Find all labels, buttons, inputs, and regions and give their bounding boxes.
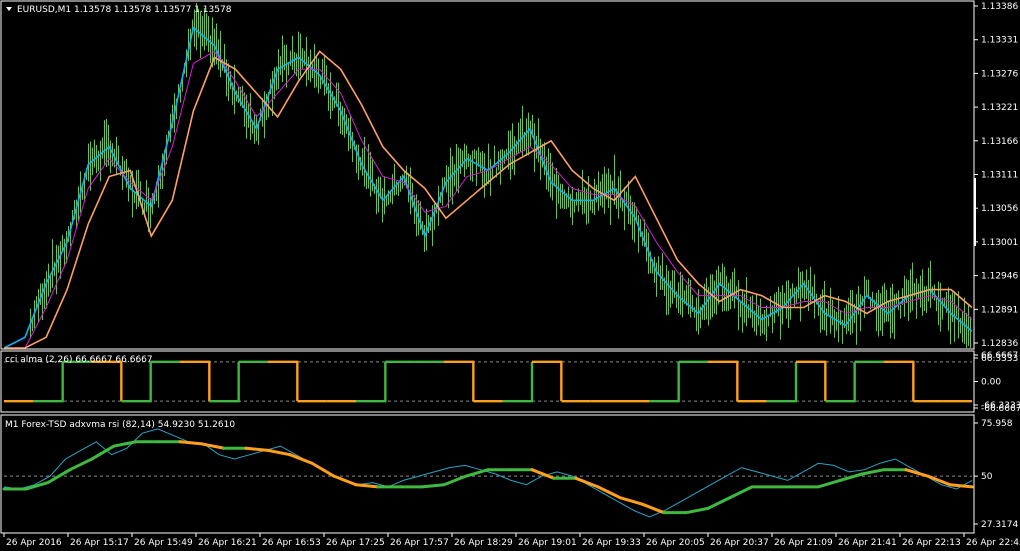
x-tick-label: 26 Apr 20:37	[710, 538, 769, 548]
x-tick-label: 26 Apr 17:25	[326, 538, 385, 548]
slow-line	[4, 50, 973, 349]
mid-line	[4, 50, 973, 349]
x-tick-label: 26 Apr 18:29	[454, 538, 513, 548]
rsi-smooth-segment	[266, 448, 292, 457]
x-tick-label: 26 Apr 16:21	[198, 538, 257, 548]
rsi-smooth-segment	[838, 472, 864, 482]
y-axis-ticks: 1.13386 1.13331 1.13276 1.13221 1.13166 1.131…	[974, 2, 1020, 530]
rsi-smooth-segment	[178, 440, 204, 446]
x-tick-label: 26 Apr 15:49	[134, 538, 193, 548]
rsi-smooth-segment	[68, 457, 94, 472]
y-tick-label: 1.12946	[981, 272, 1018, 282]
y-tick-label: 75.958	[981, 419, 1013, 429]
main-indicator-lines	[3, 26, 973, 349]
rsi-smooth-segment	[288, 453, 314, 465]
x-tick-label: 26 Apr 20:05	[646, 538, 705, 548]
y-tick-label: 1.13276	[981, 69, 1018, 79]
cci-indicator	[4, 360, 972, 403]
y-tick-label: 1.13001	[981, 238, 1018, 248]
cci-segment	[121, 361, 152, 403]
main-panel-title: EURUSD,M1 1.13578 1.13578 1.13577 1.1357…	[17, 5, 232, 15]
y-tick-label: 50	[981, 472, 993, 482]
rsi-smooth-segment	[442, 474, 468, 487]
rsi-smooth-segment	[640, 502, 666, 515]
cci-segment	[268, 360, 299, 402]
x-tick-label: 26 Apr 19:01	[518, 538, 577, 548]
cci-segment	[444, 360, 475, 402]
y-tick-label: 1.12891	[981, 305, 1018, 315]
rsi-panel-title: M1 Forex-TSD adxvma rsi (82,14) 54.9230 …	[5, 420, 235, 430]
y-tick-label: 1.13331	[981, 36, 1018, 46]
cci-segment	[649, 361, 680, 403]
cci-segment	[708, 360, 739, 402]
x-tick-label: 26 Apr 15:17	[70, 538, 129, 548]
cci-segment	[766, 361, 798, 403]
cci-segment	[209, 361, 240, 403]
cci-segment	[356, 361, 387, 403]
cci-segment	[796, 360, 827, 402]
rsi-smooth-segment	[618, 496, 644, 506]
chart-svg: 1.13386 1.13331 1.13276 1.13221 1.13166 1.131…	[0, 0, 1020, 548]
y-tick-label: -66.6667	[981, 404, 1020, 414]
cci-segment	[884, 360, 915, 402]
rsi-smooth-segment	[860, 468, 886, 476]
cci-segment	[33, 361, 64, 403]
rsi-smooth-segment	[332, 474, 358, 487]
triangle-down-icon[interactable]	[6, 7, 12, 11]
y-tick-label: 1.13221	[981, 103, 1018, 113]
rsi-smooth-segment	[200, 442, 226, 450]
x-tick-label: 26 Apr 17:57	[390, 538, 449, 548]
x-tick-label: 26 Apr 19:33	[582, 538, 641, 548]
rsi-smooth-segment	[574, 476, 600, 489]
rsi-smooth-segment	[816, 478, 842, 489]
rsi-smooth-segment	[684, 506, 710, 515]
rsi-panel-frame	[0, 414, 975, 534]
y-tick-label: 1.13056	[981, 204, 1018, 214]
rsi-smooth-segment	[354, 483, 380, 489]
cci-segment	[532, 360, 563, 402]
fast-line	[3, 26, 973, 349]
y-tick-label: 1.13386	[981, 2, 1018, 12]
rsi-smooth-segment	[420, 483, 446, 489]
rsi-smooth-segment	[728, 485, 754, 500]
y-tick-label: 27.3174	[981, 520, 1018, 530]
cci-segment	[502, 361, 534, 403]
x-tick-label: 26 Apr 22:45	[966, 538, 1020, 548]
x-tick-label: 26 Apr 2016	[6, 538, 62, 548]
rsi-smooth-segment	[112, 440, 138, 448]
rsi-smooth-segment	[464, 468, 490, 478]
rsi-smooth-segment	[310, 461, 336, 478]
cci-panel-title: cci alma (2,26) 66.6667 66.6667	[5, 355, 153, 365]
y-tick-label: 66.3333	[981, 354, 1018, 364]
x-tick-label: 26 Apr 22:13	[902, 538, 961, 548]
y-tick-label: 1.13111	[981, 171, 1018, 181]
cci-segment	[825, 361, 856, 403]
x-axis-ticks: 26 Apr 2016 26 Apr 15:17 26 Apr 15:49 26 Ap…	[3, 533, 1020, 548]
y-tick-label: 1.12836	[981, 339, 1018, 349]
x-tick-label: 26 Apr 16:53	[262, 538, 321, 548]
rsi-smooth-segment	[706, 496, 732, 510]
x-tick-label: 26 Apr 21:09	[774, 538, 833, 548]
cci-segment	[92, 360, 123, 402]
y-tick-label: 0.00	[981, 378, 1001, 388]
y-tick-label: 1.13166	[981, 137, 1018, 147]
rsi-indicator	[2, 428, 974, 518]
chart-root: 1.13386 1.13331 1.13276 1.13221 1.13166 1.131…	[0, 0, 1020, 551]
cci-segment	[180, 360, 211, 402]
x-tick-label: 26 Apr 21:41	[838, 538, 897, 548]
rsi-smooth-segment	[244, 446, 270, 452]
rsi-smooth-segment	[948, 483, 974, 489]
